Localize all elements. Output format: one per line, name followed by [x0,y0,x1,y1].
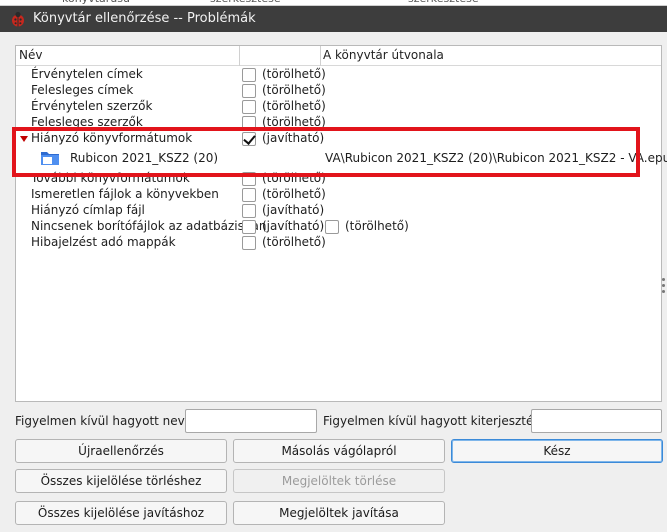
row-label: Érvénytelen szerzők [31,99,153,113]
header-divider [239,46,240,66]
row-label: Hibajelzést adó mappák [31,235,176,249]
ignored-extensions-label: Figyelmen kívül hagyott kiterjesztések: [323,414,558,428]
tree-row[interactable]: További könyvformátumok (törölhető) [16,171,661,187]
row-label: Felesleges szerzők [31,115,143,129]
expand-arrow-icon[interactable] [20,136,28,142]
row-checkbox[interactable] [242,220,256,234]
row-status: (törölhető) [262,67,326,81]
row-status: (törölhető) [262,99,326,113]
row-status: (törölhető) [262,187,326,201]
row-checkbox[interactable] [242,188,256,202]
row-second-status: (törölhető) [345,219,409,233]
child-label: Rubicon 2021_KSZ2 (20) [70,151,219,165]
copy-to-clipboard-button[interactable]: Másolás vágólapról [233,439,445,463]
row-status: (törölhető) [262,171,326,185]
problems-tree[interactable]: Név A könyvtár útvonala Érvénytelen címe… [15,45,667,402]
row-status: (javítható) [262,203,325,217]
row-checkbox[interactable] [242,116,256,130]
ignored-names-label: Figyelmen kívül hagyott nevek: [15,414,204,428]
fix-marked-button[interactable]: Megjelöltek javítása [233,501,445,525]
row-label: Hiányzó könyvformátumok [31,131,193,145]
row-status: (javítható) [262,131,325,145]
select-all-fix-button[interactable]: Összes kijelölése javításhoz [15,501,227,525]
tree-row[interactable]: Felesleges címek (törölhető) [16,83,661,99]
header-divider [320,46,321,66]
window-title: Könyvtár ellenőrzése -- Problémák [33,11,256,26]
ladybug-icon [12,11,24,27]
delete-marked-button[interactable]: Megjelöltek törlése [233,469,445,493]
row-second-checkbox[interactable] [325,220,339,234]
row-checkbox[interactable] [242,204,256,218]
folder-icon [41,152,59,165]
tree-row[interactable]: Hiányzó címlap fájl (javítható) [16,203,661,219]
row-label: Érvénytelen címek [31,67,143,81]
row-label: Ismeretlen fájlok a könyvekben [31,187,219,201]
row-status: (törölhető) [262,115,326,129]
tree-header: Név A könyvtár útvonala [16,46,661,66]
resize-grip[interactable] [662,278,665,300]
tree-row-expanded[interactable]: Hiányzó könyvformátumok (javítható) [16,131,661,147]
row-label: További könyvformátumok [31,171,190,185]
ignored-names-input[interactable] [185,409,317,433]
tree-child-row[interactable]: Rubicon 2021_KSZ2 (20) VA\Rubicon 2021_K… [16,147,667,171]
row-label: Nincsenek borítófájlok az adatbázisban [31,219,267,233]
tree-row[interactable]: Érvénytelen címek (törölhető) [16,67,661,83]
row-label: Hiányzó címlap fájl [31,203,145,217]
tree-row[interactable]: Ismeretlen fájlok a könyvekben (törölhet… [16,187,661,203]
row-status: (törölhető) [262,83,326,97]
background-text: konyvtarusu [62,0,130,5]
tree-row[interactable]: Nincsenek borítófájlok az adatbázisban (… [16,219,661,235]
row-checkbox[interactable] [242,132,256,146]
background-text: szerkesztese [210,0,281,5]
tree-row[interactable]: Érvénytelen szerzők (törölhető) [16,99,661,115]
child-path: VA\Rubicon 2021_KSZ2 (20)\Rubicon 2021_K… [325,151,667,165]
row-checkbox[interactable] [242,84,256,98]
row-label: Felesleges címek [31,83,134,97]
row-checkbox[interactable] [242,68,256,82]
column-header-path[interactable]: A könyvtár útvonala [323,48,444,62]
row-checkbox[interactable] [242,236,256,250]
row-checkbox[interactable] [242,172,256,186]
tree-row[interactable]: Hibajelzést adó mappák (törölhető) [16,235,661,251]
row-status: (javítható) [262,219,325,233]
background-text: szerkesztese [408,0,479,5]
row-status: (törölhető) [262,235,326,249]
recheck-button[interactable]: Újraellenőrzés [15,439,227,463]
ignored-extensions-input[interactable] [531,409,662,433]
titlebar[interactable]: Könyvtár ellenőrzése -- Problémák [0,6,667,32]
row-checkbox[interactable] [242,100,256,114]
done-button[interactable]: Kész [451,439,663,463]
tree-row[interactable]: Felesleges szerzők (törölhető) [16,115,661,131]
column-header-name[interactable]: Név [19,48,42,62]
select-all-delete-button[interactable]: Összes kijelölése törléshez [15,469,227,493]
